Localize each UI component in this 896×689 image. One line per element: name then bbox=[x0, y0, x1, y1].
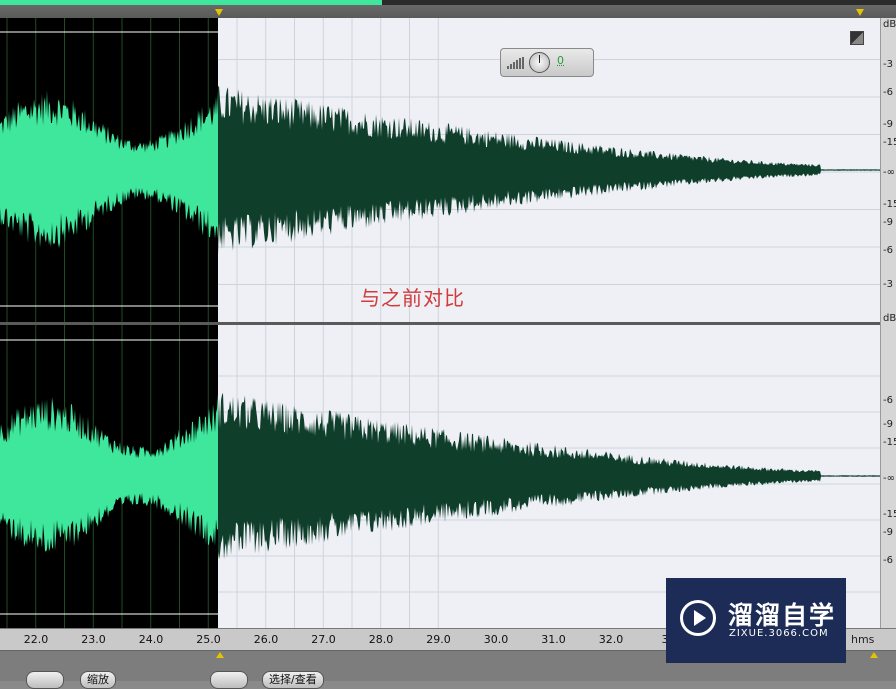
level-value[interactable]: 0 bbox=[557, 54, 564, 67]
db-tick-label: -15 bbox=[883, 437, 896, 448]
watermark-logo: 溜溜自学 ZIXUE.3066.COM bbox=[666, 578, 846, 663]
db-tick-label: -∞ bbox=[883, 167, 895, 178]
time-tick-label: 23.0 bbox=[81, 633, 106, 646]
db-tick-label: -6 bbox=[883, 395, 893, 406]
zoom-full-icon[interactable] bbox=[850, 31, 864, 45]
db-tick-label: -∞ bbox=[883, 473, 895, 484]
db-tick-label: -9 bbox=[883, 527, 893, 538]
overview-bar[interactable] bbox=[0, 0, 896, 18]
waveform-right-channel-selected bbox=[0, 394, 218, 552]
time-tick-label: 24.0 bbox=[138, 633, 164, 646]
overview-unselected-range[interactable] bbox=[382, 0, 896, 5]
signal-bars-icon bbox=[507, 57, 524, 69]
db-tick-label: -6 bbox=[883, 87, 893, 98]
time-unit-label: hms bbox=[851, 633, 875, 646]
db-ruler: dB -3 -6 -9 -15 -∞ -15 -9 -6 -3 dB -6 -9 -15 -∞ -15 -9 -6 bbox=[880, 18, 896, 628]
db-tick-label: -9 bbox=[883, 119, 893, 130]
play-logo-icon bbox=[680, 600, 716, 636]
time-tick-label: 22.0 bbox=[23, 633, 49, 646]
select-toggle-button[interactable] bbox=[210, 671, 248, 689]
time-tick-label: 25.0 bbox=[196, 633, 221, 646]
db-tick-label: -9 bbox=[883, 217, 893, 228]
db-tick-label: dB bbox=[883, 19, 896, 30]
time-tick-label: 31.0 bbox=[541, 633, 566, 646]
db-tick-label: dB bbox=[883, 313, 896, 324]
time-tick-label: 29.0 bbox=[426, 633, 451, 646]
waveform-left-channel-selected bbox=[0, 90, 218, 248]
db-tick-label: -6 bbox=[883, 245, 893, 256]
time-tick-label: 27.0 bbox=[311, 633, 336, 646]
watermark-url: ZIXUE.3066.COM bbox=[729, 628, 829, 639]
selection-start-marker-bottom[interactable] bbox=[216, 652, 224, 658]
select-view-button[interactable]: 选择/查看 bbox=[262, 671, 324, 689]
watermark-title: 溜溜自学 bbox=[728, 601, 837, 630]
comparison-annotation: 与之前对比 bbox=[360, 286, 465, 310]
db-tick-label: -15 bbox=[883, 509, 896, 520]
zoom-button[interactable]: 缩放 bbox=[80, 671, 116, 689]
level-control-widget[interactable]: 0 bbox=[500, 48, 594, 77]
db-tick-label: -3 bbox=[883, 59, 893, 70]
time-tick-label: 30.0 bbox=[483, 633, 509, 646]
waveform-left-channel bbox=[218, 85, 880, 255]
db-tick-label: -6 bbox=[883, 555, 893, 566]
db-tick-label: -15 bbox=[883, 199, 896, 210]
db-tick-label: -3 bbox=[883, 279, 893, 290]
time-tick-label: 28.0 bbox=[368, 633, 394, 646]
waveform-display[interactable] bbox=[0, 18, 880, 628]
view-end-marker-bottom[interactable] bbox=[870, 652, 878, 658]
db-tick-label: -9 bbox=[883, 419, 893, 430]
time-tick-label: 32.0 bbox=[598, 633, 624, 646]
waveform-right-channel bbox=[218, 392, 880, 560]
time-tick-label: 26.0 bbox=[253, 633, 279, 646]
zoom-toggle-button[interactable] bbox=[26, 671, 64, 689]
volume-knob-icon[interactable] bbox=[529, 52, 550, 73]
view-end-marker[interactable] bbox=[856, 9, 864, 16]
db-tick-label: -15 bbox=[883, 137, 896, 148]
channel-divider bbox=[0, 322, 880, 325]
overview-selection-range[interactable] bbox=[0, 0, 382, 5]
selection-start-marker[interactable] bbox=[215, 9, 223, 16]
